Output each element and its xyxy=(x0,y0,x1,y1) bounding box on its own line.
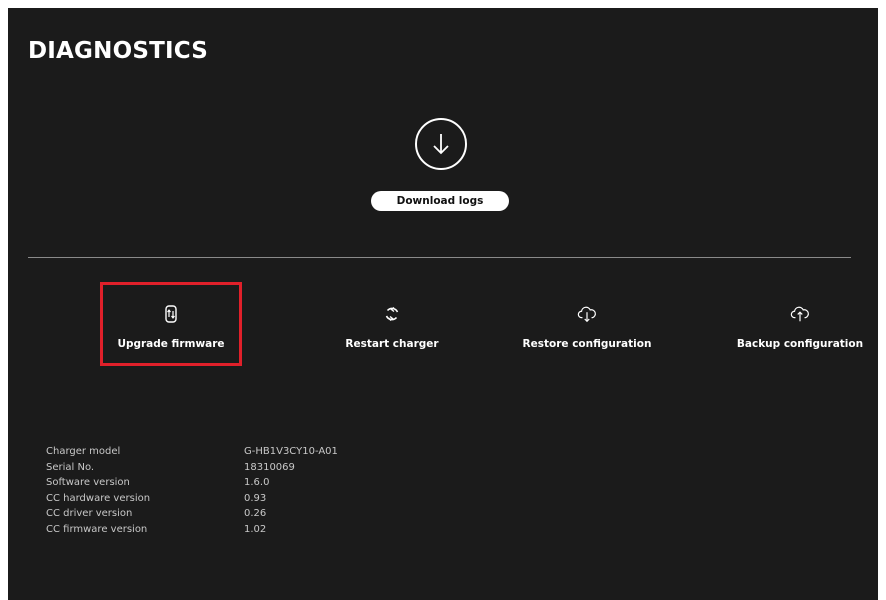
info-row: Software version 1.6.0 xyxy=(46,475,338,491)
charger-info-table: Charger model G-HB1V3CY10-A01 Serial No.… xyxy=(46,444,338,537)
info-key: Charger model xyxy=(46,446,121,457)
arrow-down-icon xyxy=(433,134,449,155)
info-row: CC driver version 0.26 xyxy=(46,506,338,522)
divider xyxy=(28,257,851,258)
restart-charger-label: Restart charger xyxy=(345,338,439,350)
backup-configuration-label: Backup configuration xyxy=(736,338,864,350)
cloud-upload-icon xyxy=(790,304,810,324)
restart-charger-button[interactable]: Restart charger xyxy=(307,304,477,354)
highlight-box xyxy=(100,282,242,366)
arrow-down-circle-icon[interactable] xyxy=(415,118,467,170)
info-value: 1.02 xyxy=(244,523,267,535)
restore-configuration-button[interactable]: Restore configuration xyxy=(502,304,672,354)
info-key: CC hardware version xyxy=(46,492,151,504)
info-key: CC firmware version xyxy=(46,523,148,535)
info-value: G-HB1V3CY10-A01 xyxy=(244,446,338,457)
info-value: 18310069 xyxy=(244,461,295,473)
info-row: Charger model G-HB1V3CY10-A01 xyxy=(46,444,338,460)
page-title: DIAGNOSTICS xyxy=(28,38,209,64)
info-value: 1.6.0 xyxy=(244,477,270,488)
info-value: 0.26 xyxy=(244,508,267,519)
info-row: CC hardware version 0.93 xyxy=(46,491,338,507)
diagnostics-panel: DIAGNOSTICS Download logs Upgrade firmwa… xyxy=(8,8,878,600)
backup-configuration-button[interactable]: Backup configuration xyxy=(715,304,885,354)
cloud-download-icon xyxy=(577,304,597,324)
info-key: Software version xyxy=(46,477,130,488)
info-row: CC firmware version 1.02 xyxy=(46,522,338,538)
info-value: 0.93 xyxy=(244,492,267,504)
download-logs-button[interactable]: Download logs xyxy=(371,191,509,211)
restore-configuration-label: Restore configuration xyxy=(522,338,652,350)
info-row: Serial No. 18310069 xyxy=(46,460,338,476)
restart-icon xyxy=(382,304,402,324)
info-key: CC driver version xyxy=(46,508,133,519)
info-key: Serial No. xyxy=(46,461,95,473)
